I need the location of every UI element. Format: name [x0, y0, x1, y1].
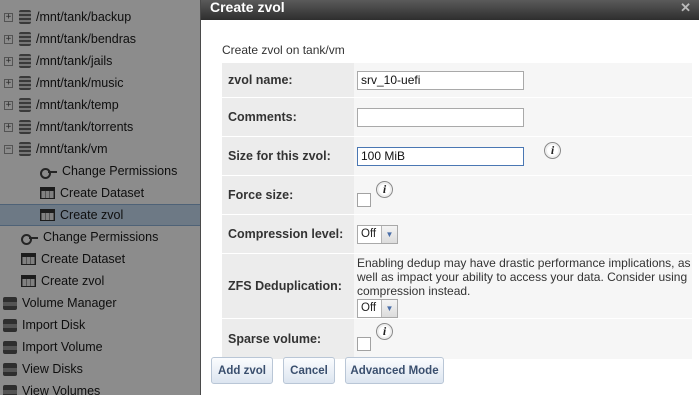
advanced-mode-button[interactable]: Advanced Mode [345, 357, 444, 384]
row-force-size: Force size: i [222, 176, 692, 214]
row-dedup: ZFS Deduplication: Enabling dedup may ha… [222, 254, 692, 318]
close-icon[interactable]: ✕ [680, 1, 691, 15]
row-zvol-name: zvol name: [222, 63, 692, 97]
sparse-checkbox[interactable] [357, 337, 371, 351]
zvol-form: zvol name: Comments: Size for this zvol:… [222, 63, 692, 360]
dedup-label: ZFS Deduplication: [222, 254, 354, 318]
chevron-down-icon: ▼ [381, 225, 397, 243]
dialog-buttons: Add zvol Cancel Advanced Mode [211, 357, 454, 384]
compression-value: Off [361, 228, 377, 240]
compression-label: Compression level: [222, 215, 354, 253]
compression-select[interactable]: Off ▼ [357, 224, 398, 244]
dedup-value: Off [361, 302, 377, 314]
comments-label: Comments: [222, 98, 354, 136]
dialog-titlebar: Create zvol ✕ [201, 0, 699, 20]
size-label: Size for this zvol: [222, 137, 354, 175]
add-zvol-button[interactable]: Add zvol [211, 357, 273, 384]
info-icon[interactable]: i [544, 142, 561, 159]
row-size: Size for this zvol: i [222, 137, 692, 175]
dedup-select[interactable]: Off ▼ [357, 298, 398, 318]
sparse-label: Sparse volume: [222, 319, 354, 359]
comments-input[interactable] [357, 107, 524, 127]
info-icon[interactable]: i [376, 181, 393, 198]
row-comments: Comments: [222, 98, 692, 136]
cancel-button[interactable]: Cancel [283, 357, 335, 384]
dedup-warning: Enabling dedup may have drastic performa… [357, 255, 691, 298]
info-icon[interactable]: i [376, 323, 393, 340]
force-size-checkbox[interactable] [357, 193, 371, 207]
dialog-subtitle: Create zvol on tank/vm [222, 43, 345, 57]
zvol-name-label: zvol name: [222, 63, 354, 97]
create-zvol-dialog: Create zvol ✕ Create zvol on tank/vm zvo… [200, 0, 699, 395]
chevron-down-icon: ▼ [381, 299, 397, 317]
zvol-name-input[interactable] [357, 70, 524, 90]
row-compression: Compression level: Off ▼ [222, 215, 692, 253]
dialog-title: Create zvol [210, 0, 285, 15]
force-size-label: Force size: [222, 176, 354, 214]
size-input[interactable] [357, 146, 524, 166]
row-sparse: Sparse volume: i [222, 319, 692, 359]
